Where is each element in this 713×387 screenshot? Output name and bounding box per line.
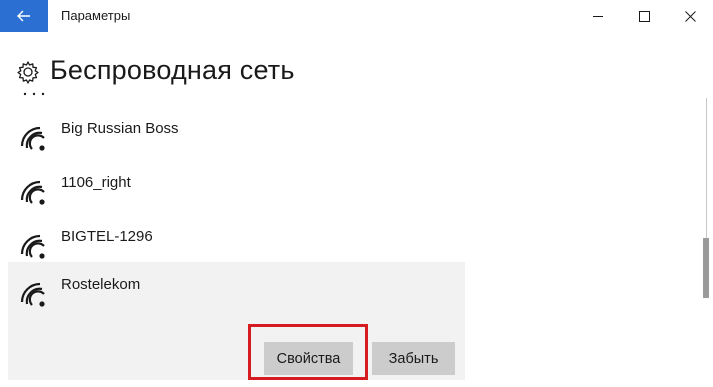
window-title: Параметры: [61, 8, 131, 23]
close-button[interactable]: [667, 0, 713, 32]
maximize-icon: [638, 10, 650, 22]
wifi-signal-icon: [20, 126, 45, 151]
network-list: Big Russian Boss 1106_right BIGTEL-1296 …: [8, 100, 465, 380]
back-arrow-icon: [17, 10, 30, 22]
network-name: Rostelekom: [61, 276, 141, 293]
scrollbar-thumb[interactable]: [703, 238, 709, 298]
page-title: Беспроводная сеть: [50, 55, 295, 85]
highlight-frame: [248, 324, 368, 380]
wifi-signal-icon: [20, 180, 45, 205]
title-bar: Параметры: [0, 0, 713, 32]
scrollbar-track[interactable]: [706, 98, 707, 238]
gear-icon: [17, 61, 39, 84]
minimize-button[interactable]: [575, 0, 621, 32]
network-name: 1106_right: [61, 174, 131, 191]
network-name: Big Russian Boss: [61, 120, 179, 137]
close-icon: [684, 10, 696, 22]
network-item[interactable]: BIGTEL-1296: [8, 208, 465, 262]
partial-wifi-icon: [23, 92, 45, 96]
maximize-button[interactable]: [621, 0, 667, 32]
network-item[interactable]: 1106_right: [8, 154, 465, 208]
back-button[interactable]: [0, 0, 48, 32]
minimize-icon: [592, 15, 603, 17]
network-name: BIGTEL-1296: [61, 228, 153, 245]
wifi-signal-icon: [20, 282, 45, 307]
network-item[interactable]: Big Russian Boss: [8, 100, 465, 154]
wifi-signal-icon: [20, 234, 45, 259]
forget-button[interactable]: Забыть: [372, 342, 455, 375]
